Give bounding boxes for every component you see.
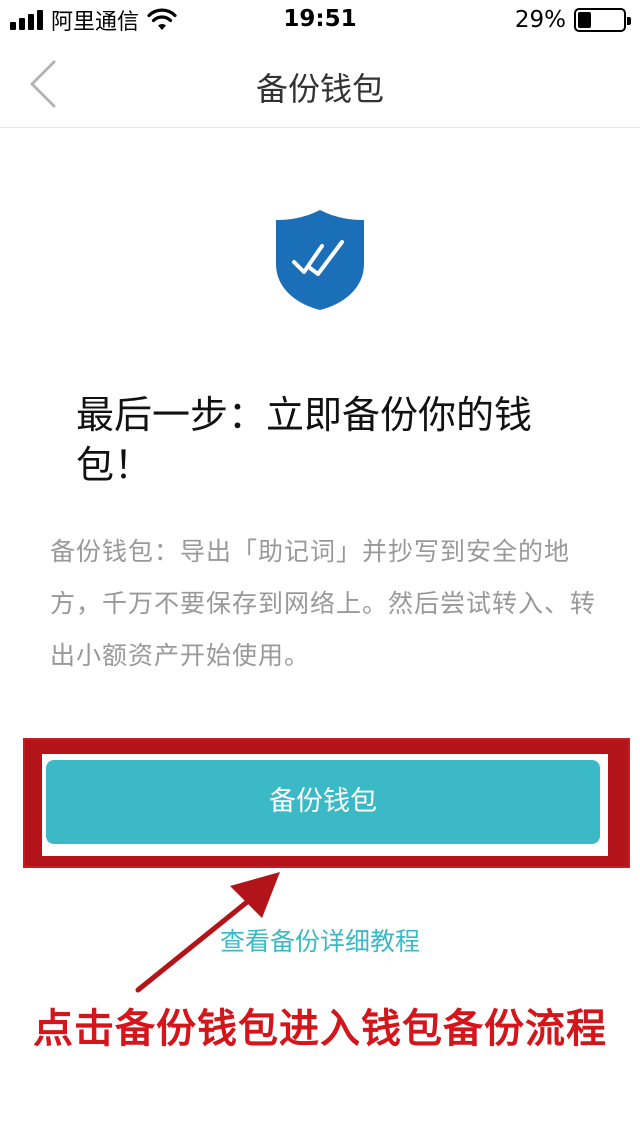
description: 备份钱包：导出「助记词」并抄写到安全的地方，千万不要保存到网络上。然后尝试转入、… <box>50 537 597 670</box>
battery-percent: 29% <box>514 7 566 33</box>
backup-tutorial-link[interactable]: 查看备份详细教程 <box>0 922 640 958</box>
annotation-caption: 点击备份钱包进入钱包备份流程 <box>33 1006 607 1052</box>
status-right: 29% <box>514 6 631 34</box>
battery-tip <box>627 17 631 25</box>
battery-icon <box>574 8 631 32</box>
screen: 阿里通信 19:51 29% 备份钱包 最后一步：立即备份你的钱包！ 备份钱包：… <box>0 0 640 1136</box>
backup-wallet-button[interactable]: 备份钱包 <box>46 760 600 844</box>
nav-bar: 备份钱包 <box>0 40 640 128</box>
status-bar: 阿里通信 19:51 29% <box>0 0 640 40</box>
headline: 最后一步：立即备份你的钱包！ <box>76 393 533 487</box>
battery-fill <box>578 12 591 28</box>
page-title: 备份钱包 <box>255 70 384 108</box>
shield-check-icon <box>276 210 364 310</box>
